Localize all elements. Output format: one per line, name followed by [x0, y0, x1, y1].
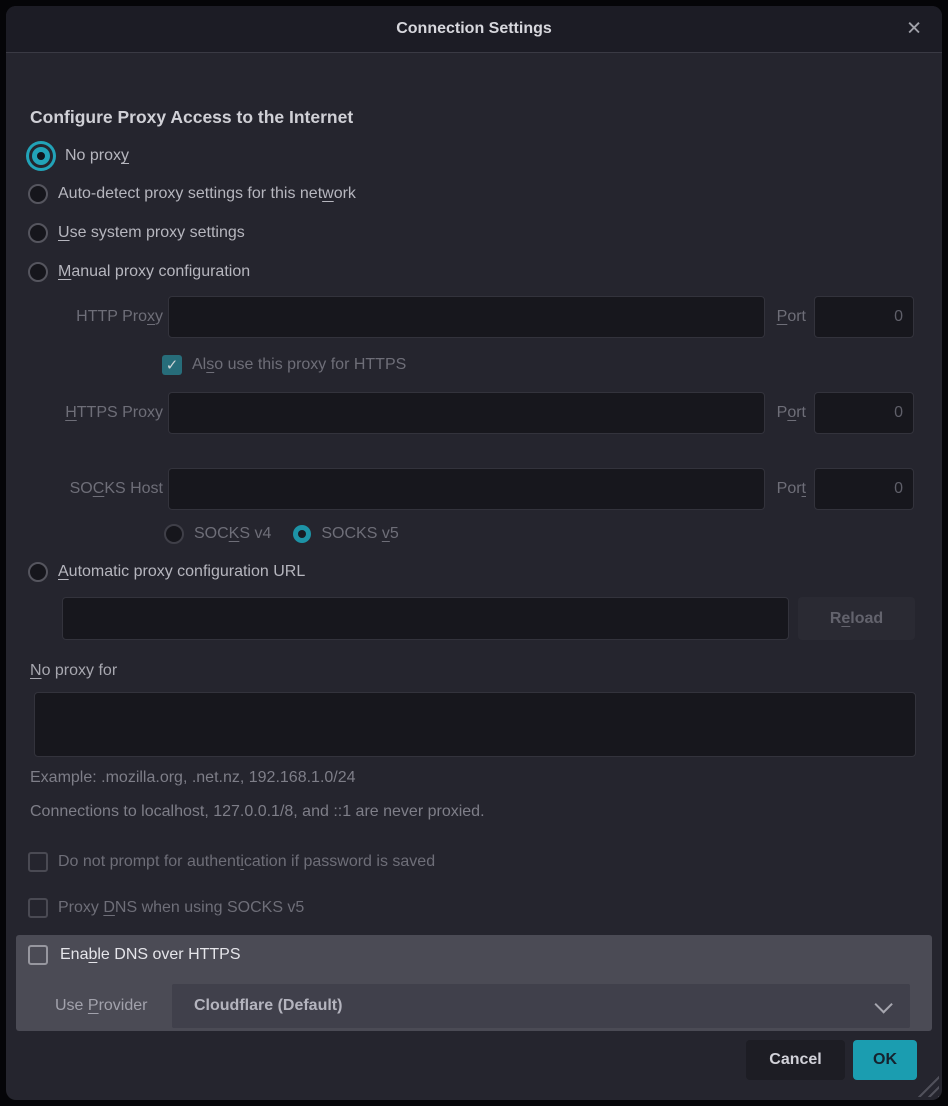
radio-icon — [164, 524, 184, 544]
checkbox-checked-icon: ✓ — [162, 355, 182, 375]
checkbox-enable-doh-label: Enable DNS over HTTPS — [60, 946, 241, 964]
dialog-title: Connection Settings — [396, 20, 552, 38]
radio-icon — [28, 562, 48, 582]
close-icon[interactable]: ✕ — [906, 20, 922, 39]
resize-grip[interactable] — [915, 1073, 939, 1097]
checkbox-share-proxy: ✓ Also use this proxy for HTTPS — [162, 350, 406, 380]
http-proxy-input — [168, 296, 765, 338]
radio-auto-detect-label: Auto-detect proxy settings for this netw… — [58, 185, 356, 203]
use-provider-label: Use Provider — [55, 984, 147, 1028]
radio-auto-detect[interactable]: Auto-detect proxy settings for this netw… — [28, 179, 356, 209]
https-proxy-input — [168, 392, 765, 434]
radio-icon — [28, 223, 48, 243]
http-port-input — [814, 296, 914, 338]
radio-selected-icon — [32, 147, 50, 165]
doh-panel: Enable DNS over HTTPS Use Provider Cloud… — [16, 935, 932, 1031]
https-proxy-label: HTTPS Proxy — [30, 392, 163, 434]
checkbox-share-proxy-label: Also use this proxy for HTTPS — [192, 356, 406, 374]
cancel-button[interactable]: Cancel — [746, 1040, 845, 1080]
ok-button[interactable]: OK — [853, 1040, 917, 1080]
radio-manual-proxy[interactable]: Manual proxy configuration — [28, 257, 250, 287]
page-title: Configure Proxy Access to the Internet — [30, 107, 353, 128]
radio-socks-v5-label: SOCKS v5 — [321, 525, 398, 543]
reload-button: Reload — [798, 597, 915, 640]
provider-dropdown: Cloudflare (Default) — [172, 984, 910, 1028]
socks-host-input — [168, 468, 765, 510]
no-proxy-for-label: No proxy for — [30, 662, 117, 680]
https-port-input — [814, 392, 914, 434]
checkbox-icon — [28, 852, 48, 872]
radio-socks-v4: SOCKS v4 — [164, 524, 271, 544]
checkbox-icon — [28, 945, 48, 965]
radio-socks-v4-label: SOCKS v4 — [194, 525, 271, 543]
radio-socks-v5: SOCKS v5 — [293, 525, 398, 543]
radio-system-proxy[interactable]: Use system proxy settings — [28, 218, 245, 248]
radio-system-proxy-label: Use system proxy settings — [58, 224, 245, 242]
radio-manual-proxy-label: Manual proxy configuration — [58, 263, 250, 281]
socks-host-label: SOCKS Host — [30, 468, 163, 510]
radio-auto-url[interactable]: Automatic proxy configuration URL — [28, 557, 305, 587]
https-port-label: Port — [752, 392, 806, 434]
no-proxy-note-text: Connections to localhost, 127.0.0.1/8, a… — [30, 803, 485, 821]
radio-icon — [28, 262, 48, 282]
checkbox-proxy-dns: Proxy DNS when using SOCKS v5 — [28, 893, 304, 923]
connection-settings-dialog: Connection Settings ✕ Configure Proxy Ac… — [6, 6, 942, 1100]
radio-no-proxy[interactable]: No proxy — [28, 141, 129, 171]
checkbox-no-prompt-auth-label: Do not prompt for authentication if pass… — [58, 853, 435, 871]
radio-selected-icon — [293, 525, 311, 543]
dialog-titlebar: Connection Settings ✕ — [6, 6, 942, 53]
http-proxy-label: HTTP Proxy — [30, 296, 163, 338]
no-proxy-for-textarea — [34, 692, 916, 757]
radio-no-proxy-label: No proxy — [65, 147, 129, 165]
checkbox-enable-doh[interactable]: Enable DNS over HTTPS — [28, 940, 241, 970]
socks-version-group: SOCKS v4 SOCKS v5 — [164, 519, 399, 549]
radio-icon — [28, 184, 48, 204]
checkbox-proxy-dns-label: Proxy DNS when using SOCKS v5 — [58, 899, 304, 917]
checkbox-no-prompt-auth: Do not prompt for authentication if pass… — [28, 847, 435, 877]
chevron-down-icon — [874, 995, 892, 1013]
socks-port-input — [814, 468, 914, 510]
checkbox-icon — [28, 898, 48, 918]
auto-url-input — [62, 597, 789, 640]
http-port-label: Port — [752, 296, 806, 338]
radio-auto-url-label: Automatic proxy configuration URL — [58, 563, 305, 581]
provider-dropdown-value: Cloudflare (Default) — [194, 997, 342, 1015]
socks-port-label: Port — [752, 468, 806, 510]
no-proxy-example-text: Example: .mozilla.org, .net.nz, 192.168.… — [30, 769, 356, 787]
